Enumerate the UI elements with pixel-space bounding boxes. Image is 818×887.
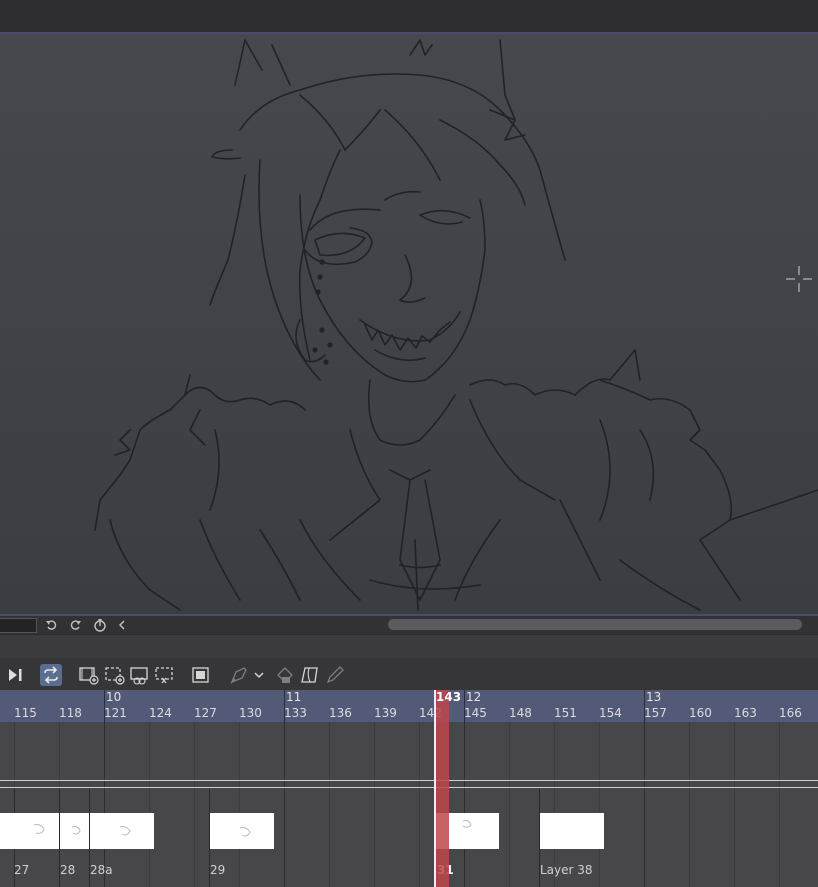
grid-line: [419, 722, 420, 887]
frame-label: 127: [194, 706, 217, 720]
section-number: 10: [106, 690, 122, 704]
drawing-tool-icon[interactable]: [228, 664, 250, 686]
cel-name: 28a: [90, 863, 113, 877]
cel-name: Layer 38: [540, 863, 593, 877]
grid-line: [644, 722, 645, 887]
timeline-toolbar: [0, 658, 818, 690]
timeline-tracks[interactable]: 27 28 28a 29 31 Layer 38: [0, 722, 818, 887]
grid-line: [329, 722, 330, 887]
undo-rotate-icon[interactable]: [44, 617, 60, 633]
frame-label: 130: [239, 706, 262, 720]
grid-line: [464, 722, 465, 887]
collapse-left-icon[interactable]: [114, 617, 130, 633]
section-number: 13: [646, 690, 662, 704]
cel-thumbnail[interactable]: [90, 813, 154, 849]
section-number: 12: [466, 690, 482, 704]
show-cel-icon[interactable]: [190, 664, 212, 686]
frame-label: 115: [14, 706, 37, 720]
cel-thumbnail[interactable]: [14, 813, 59, 849]
new-frame-icon[interactable]: [104, 664, 126, 686]
new-animation-cel-icon[interactable]: [78, 664, 100, 686]
timeline-ruler[interactable]: 10 11 12 13 115 118 121 124 127 130 133 …: [0, 690, 818, 722]
reset-rotation-icon[interactable]: [92, 617, 108, 633]
section-number: 11: [286, 690, 302, 704]
frame-label: 154: [599, 706, 622, 720]
canvas-navigation-bar: [0, 616, 818, 634]
track-separator: [0, 780, 818, 781]
cel-name: 29: [210, 863, 226, 877]
grid-line: [374, 722, 375, 887]
frame-label: 163: [734, 706, 757, 720]
grid-line: [239, 722, 240, 887]
redo-rotate-icon[interactable]: [67, 617, 83, 633]
sketch-artwork: [94, 39, 818, 611]
frame-label: 157: [644, 706, 667, 720]
transform-icon[interactable]: [299, 664, 321, 686]
cel-thumbnail[interactable]: [540, 813, 604, 849]
loop-icon[interactable]: [40, 664, 62, 686]
frame-label: 118: [59, 706, 82, 720]
zoom-slider[interactable]: [0, 618, 37, 633]
fill-icon[interactable]: [274, 664, 296, 686]
panel-divider: [0, 634, 818, 659]
playhead-line: [434, 690, 436, 887]
frame-label: 151: [554, 706, 577, 720]
frame-set-icon[interactable]: [154, 664, 176, 686]
title-bar: [0, 0, 818, 32]
cel-name: 28: [60, 863, 76, 877]
grid-line: [509, 722, 510, 887]
grid-line: [734, 722, 735, 887]
grid-line: [779, 722, 780, 887]
frame-label: 139: [374, 706, 397, 720]
playhead[interactable]: 143: [434, 690, 461, 887]
drawing-canvas[interactable]: [0, 34, 818, 614]
frame-label: 166: [779, 706, 802, 720]
cel-thumbnail[interactable]: [0, 813, 14, 849]
frame-label: 136: [329, 706, 352, 720]
crosshair-cursor-icon: [786, 266, 812, 292]
frame-label: 133: [284, 706, 307, 720]
frame-label: 145: [464, 706, 487, 720]
play-end-icon[interactable]: [4, 664, 26, 686]
onion-skin-icon[interactable]: [129, 664, 151, 686]
frame-label: 160: [689, 706, 712, 720]
grid-line: [194, 722, 195, 887]
horizontal-scrollbar[interactable]: [388, 619, 802, 630]
grid-line: [599, 722, 600, 887]
track-separator: [0, 787, 818, 788]
frame-label: 124: [149, 706, 172, 720]
cel-thumbnail[interactable]: [210, 813, 274, 849]
grid-line: [689, 722, 690, 887]
current-frame-label: 143: [436, 690, 462, 704]
cel-name: 27: [14, 863, 30, 877]
pen-icon[interactable]: [324, 664, 346, 686]
dropdown-chevron-icon[interactable]: [251, 664, 267, 686]
cel-thumbnail[interactable]: [60, 813, 89, 849]
grid-line: [149, 722, 150, 887]
frame-label: 121: [104, 706, 127, 720]
grid-line: [284, 722, 285, 887]
frame-label: 148: [509, 706, 532, 720]
